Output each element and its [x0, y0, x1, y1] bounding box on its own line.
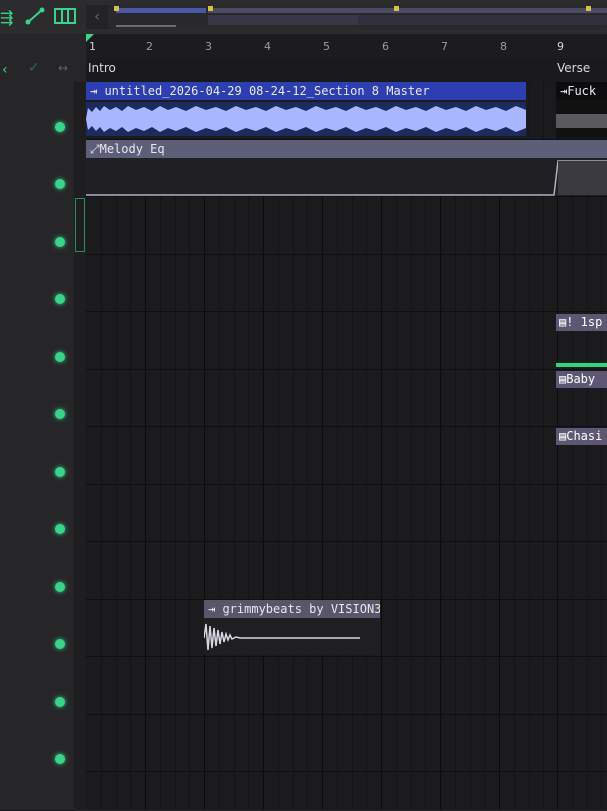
track-mute-button[interactable] [55, 697, 65, 707]
clip-title: Chasi [566, 429, 603, 443]
back-icon[interactable]: ‹ [2, 62, 8, 78]
bar-number: 6 [382, 40, 389, 53]
overview-audio-strip [116, 8, 206, 13]
track-header[interactable] [0, 484, 74, 542]
automation-clip-melody-eq[interactable]: ⤢Melody Eq [86, 140, 607, 196]
automation-icon[interactable] [24, 6, 46, 26]
bar-number: 4 [264, 40, 271, 53]
audio-clip-master[interactable]: ⇥ untitled_2026-04-29 08-24-12_Section 8… [86, 82, 526, 138]
marker-verse[interactable]: Verse [557, 61, 590, 75]
overview-pattern-strip [208, 8, 607, 13]
bar-number: 9 [557, 40, 564, 53]
audio-clip-sample[interactable]: ⇥ grimmybeats by VISION3 [204, 600, 380, 655]
marker-lane[interactable]: Intro Verse [86, 58, 607, 82]
track-mute-button[interactable] [55, 294, 65, 304]
track-mute-button[interactable] [55, 122, 65, 132]
clip-title: Fuck [567, 84, 597, 98]
track-header[interactable] [0, 714, 74, 772]
pattern-clip[interactable]: ▤! 1sp [556, 314, 607, 331]
audio-clip-icon: ⇥ [90, 84, 105, 98]
track-header[interactable] [0, 599, 74, 657]
automation-clip-icon: ⤢ [90, 142, 100, 156]
bar-number: 5 [323, 40, 330, 53]
track-mute-button[interactable] [55, 237, 65, 247]
arrows-icon[interactable]: ↔ [58, 61, 68, 75]
playlist-icon[interactable]: ⇶ [0, 8, 13, 27]
track-mute-button[interactable] [55, 409, 65, 419]
track-scroll-column[interactable] [74, 82, 86, 810]
track-mute-button[interactable] [55, 582, 65, 592]
overview-marker [208, 6, 213, 11]
track-selection-handle[interactable] [75, 198, 85, 252]
overview-scrollbar[interactable] [86, 5, 607, 29]
overview-track-strip [358, 15, 607, 25]
track-header[interactable] [0, 541, 74, 600]
track-mute-button[interactable] [55, 467, 65, 477]
track-header[interactable] [0, 196, 74, 255]
clip-title: grimmybeats by VISION3 [222, 602, 380, 616]
track-mute-button[interactable] [55, 524, 65, 534]
clip-title: Baby [566, 372, 596, 386]
pattern-clip[interactable]: ▤Baby [556, 371, 607, 388]
overview-marker [394, 6, 399, 11]
audio-clip-master-2[interactable]: ⇥Fuck [556, 82, 607, 138]
audio-waveform [86, 102, 526, 136]
bar-number: 3 [205, 40, 212, 53]
track-header-top: ‹ ✓ ↔ [0, 34, 86, 82]
overview-marker [114, 6, 119, 11]
bar-number: 7 [441, 40, 448, 53]
bar-number: 2 [146, 40, 153, 53]
check-icon[interactable]: ✓ [28, 60, 40, 76]
clip-title: ! 1sp [566, 315, 603, 329]
overview-viewport[interactable] [208, 15, 358, 25]
clip-title-bar[interactable]: ⇥ grimmybeats by VISION3 [204, 600, 380, 618]
audio-waveform [556, 114, 607, 128]
pattern-notes [556, 363, 607, 367]
clip-title-bar[interactable]: ⇥ untitled_2026-04-29 08-24-12_Section 8… [86, 82, 526, 100]
track-mute-button[interactable] [55, 639, 65, 649]
audio-clip-icon: ⇥ [208, 602, 223, 616]
bar-number: 8 [500, 40, 507, 53]
track-headers [0, 82, 74, 811]
overview-left-arrow[interactable]: ‹ [86, 5, 108, 29]
track-header[interactable] [0, 771, 74, 811]
track-header[interactable] [0, 82, 74, 140]
audio-waveform [204, 623, 360, 651]
clip-title: Melody Eq [99, 142, 165, 156]
playlist-grid[interactable]: ⇥ untitled_2026-04-29 08-24-12_Section 8… [86, 82, 607, 810]
track-mute-button[interactable] [55, 754, 65, 764]
overview-underline [116, 25, 176, 27]
marker-intro[interactable]: Intro [88, 61, 116, 75]
track-mute-button[interactable] [55, 179, 65, 189]
overview-marker [586, 6, 591, 11]
clip-title: untitled_2026-04-29 08-24-12_Section 8 M… [104, 84, 430, 98]
bar-number: 1 [89, 40, 96, 53]
track-header[interactable] [0, 426, 74, 485]
toolbar: ⇶ ‹ [0, 0, 607, 34]
timeline-ruler[interactable]: 1 2 3 4 5 6 7 8 9 [86, 34, 607, 58]
pattern-clip[interactable]: ▤Chasi [556, 428, 607, 445]
track-header[interactable] [0, 311, 74, 370]
track-mute-button[interactable] [55, 352, 65, 362]
track-header[interactable] [0, 369, 74, 427]
track-header[interactable] [0, 254, 74, 312]
clip-title-bar[interactable]: ⇥Fuck [556, 82, 607, 100]
track-header[interactable] [0, 656, 74, 715]
automation-curve [86, 160, 607, 196]
track-header[interactable] [0, 139, 74, 197]
piano-icon[interactable] [54, 7, 76, 25]
clip-title-bar[interactable]: ⤢Melody Eq [86, 140, 607, 158]
